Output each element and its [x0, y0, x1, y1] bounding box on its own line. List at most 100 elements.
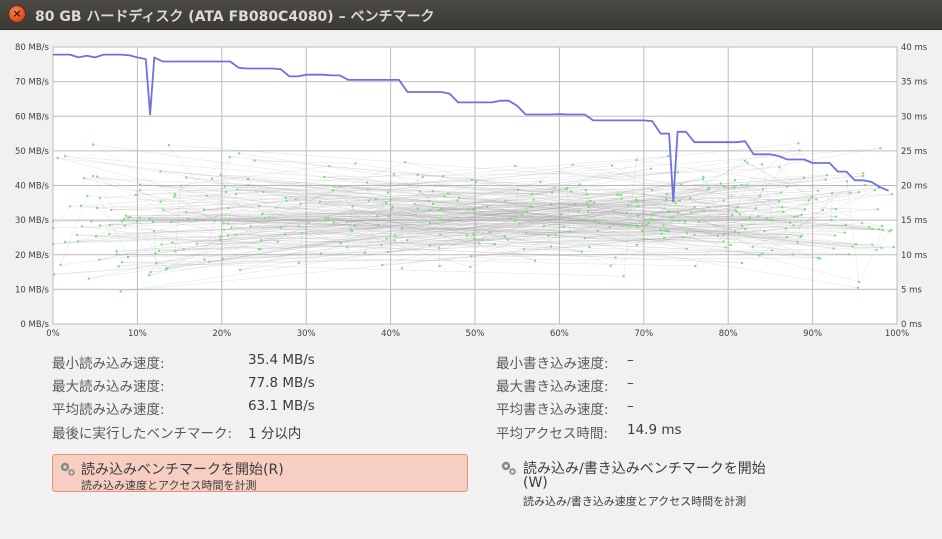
access-time-point: [98, 197, 101, 200]
access-time-point: [239, 269, 242, 271]
access-time-point: [127, 216, 130, 219]
access-time-point: [506, 238, 509, 241]
access-time-point: [746, 184, 749, 187]
access-time-point: [785, 236, 788, 239]
min-read-value: 35.4 MB/s: [248, 352, 315, 368]
access-time-point: [470, 178, 473, 181]
last-run-value: 1 分以内: [248, 426, 302, 442]
access-time-point: [139, 183, 142, 186]
access-time-point: [542, 225, 545, 227]
access-time-point: [736, 206, 739, 209]
access-time-point: [690, 211, 693, 214]
access-time-point: [486, 205, 489, 208]
access-time-point: [722, 199, 725, 202]
access-time-point: [778, 200, 780, 203]
read-benchmark-button[interactable]: 読み込みベンチマークを開始(R) 読み込み速度とアクセス時間を計測: [52, 454, 468, 492]
access-time-point: [263, 217, 266, 220]
x-tick-label: 50%: [466, 329, 485, 339]
access-time-point: [586, 201, 589, 204]
max-read-label: 最大読み込み速度:: [52, 379, 165, 395]
access-time-point: [780, 191, 783, 194]
read-write-benchmark-button[interactable]: 読み込み/書き込みベンチマークを開始 (W) 読み込み/書き込み速度とアクセス時…: [496, 456, 796, 512]
access-time-point: [800, 213, 803, 216]
access-time-point: [223, 219, 226, 222]
access-time-point: [91, 175, 94, 178]
access-time-point: [821, 209, 824, 211]
access-time-point: [751, 245, 754, 248]
access-time-point: [339, 242, 342, 245]
access-time-point: [793, 216, 796, 218]
access-time-point: [294, 198, 297, 201]
access-time-point: [580, 219, 583, 222]
access-time-point: [421, 176, 424, 179]
avg-access-label: 平均アクセス時間:: [496, 426, 608, 442]
access-time-point: [849, 191, 852, 194]
access-time-point: [626, 224, 629, 227]
access-time-point: [807, 199, 810, 202]
access-time-point: [86, 194, 89, 197]
access-time-point: [354, 224, 356, 227]
avg-write-label: 平均書き込み速度:: [496, 402, 609, 418]
y-left-tick-label: 30 MB/s: [15, 216, 50, 226]
access-time-point: [339, 185, 342, 188]
access-time-point: [120, 220, 123, 223]
access-time-point: [328, 165, 331, 168]
access-time-point: [597, 222, 600, 224]
access-time-point: [771, 249, 774, 252]
access-time-point: [393, 173, 395, 176]
access-time-point: [861, 222, 864, 225]
access-time-point: [472, 208, 475, 211]
min-write-row: 最小書き込み速度: –: [496, 352, 634, 372]
access-time-point: [332, 221, 335, 224]
access-time-point: [247, 184, 250, 187]
access-time-point: [121, 261, 124, 264]
close-button[interactable]: ×: [9, 6, 25, 22]
access-time-point: [324, 217, 327, 220]
access-time-point: [127, 256, 129, 258]
access-time-point: [796, 215, 799, 218]
access-time-point: [261, 212, 264, 215]
access-time-point: [831, 192, 834, 194]
access-time-point: [394, 234, 397, 237]
access-time-point: [570, 190, 573, 193]
access-time-point: [763, 230, 766, 233]
access-time-point: [722, 240, 725, 243]
min-write-value: –: [627, 352, 634, 368]
y-right-tick-label: 35 ms: [901, 78, 928, 88]
access-time-point: [810, 196, 813, 199]
access-time-point: [333, 184, 336, 187]
access-time-point: [123, 218, 126, 220]
access-time-point: [847, 253, 850, 256]
x-tick-label: 40%: [381, 329, 400, 339]
access-time-point: [174, 193, 176, 196]
y-left-tick-label: 50 MB/s: [15, 147, 50, 157]
access-time-point: [96, 206, 99, 209]
access-time-point: [363, 251, 366, 254]
y-right-tick-label: 40 ms: [901, 43, 928, 53]
access-time-point: [125, 214, 127, 217]
access-time-point: [413, 203, 416, 206]
min-read-row: 最小読み込み速度: 35.4 MB/s: [52, 352, 315, 372]
access-time-point: [784, 227, 787, 230]
access-time-point: [758, 254, 761, 257]
access-time-point: [522, 248, 525, 251]
access-time-point: [879, 147, 882, 150]
access-time-point: [596, 230, 599, 232]
access-time-point: [677, 211, 680, 214]
access-time-point: [98, 224, 101, 227]
access-time-point: [781, 206, 784, 209]
access-time-point: [418, 190, 421, 193]
access-time-point: [262, 190, 265, 193]
access-time-point: [297, 261, 300, 264]
access-time-point: [644, 219, 647, 221]
access-time-point: [182, 248, 185, 251]
access-time-point: [319, 252, 322, 255]
access-time-point: [223, 228, 226, 231]
access-time-point: [469, 265, 472, 268]
access-time-point: [203, 258, 206, 261]
access-time-point: [792, 224, 795, 227]
access-time-point: [817, 256, 819, 259]
access-time-point: [634, 198, 637, 201]
access-time-point: [890, 229, 893, 232]
window-title: 80 GB ハードディスク (ATA FB080C4080) – ベンチマーク: [35, 9, 435, 25]
